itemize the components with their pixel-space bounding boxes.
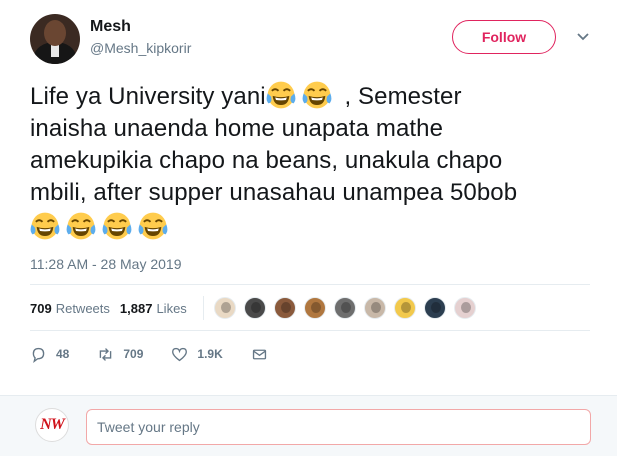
retweets-label: Retweets (55, 300, 110, 316)
viewer-avatar[interactable]: NW (35, 408, 69, 442)
joy-emoji-icon (102, 211, 132, 241)
tweet-line-2: inaisha unaenda home unapata mathe (30, 115, 444, 142)
follow-button[interactable]: Follow (452, 20, 556, 54)
liker-avatar[interactable] (333, 297, 356, 319)
joy-emoji-icon (266, 80, 296, 110)
like-action[interactable]: 1.9K (171, 346, 223, 363)
divider (30, 284, 590, 285)
joy-emoji-icon (302, 80, 332, 110)
joy-emoji-icon (66, 211, 96, 241)
stats-separator (202, 296, 204, 320)
tweet-actions: 48 709 1.9K (30, 344, 305, 364)
likes-count: 1,887 (119, 300, 153, 316)
liker-avatar[interactable] (213, 297, 236, 319)
heart-icon (172, 347, 188, 361)
tweet-text: Life ya University yani , Semester inais… (30, 80, 590, 244)
likes-stat[interactable]: 1,887 Likes (120, 301, 187, 316)
liker-avatar[interactable] (303, 297, 326, 319)
joy-emoji-icon (138, 211, 168, 241)
divider (30, 330, 590, 331)
tweet-line-3: amekupikia chapo na beans, unakula chapo (30, 147, 503, 174)
reply-icon (32, 347, 45, 363)
retweets-count: 709 (30, 300, 52, 316)
liker-avatars (213, 297, 484, 319)
liker-avatar[interactable] (453, 297, 476, 319)
retweet-icon (100, 347, 112, 361)
likes-label: Likes (156, 300, 187, 316)
liker-avatar[interactable] (273, 297, 296, 319)
user-avatar[interactable] (30, 14, 80, 64)
chevron-down-icon[interactable] (576, 30, 590, 44)
joy-emoji-icon (30, 211, 60, 241)
reply-bar: NW Tweet your reply (0, 395, 617, 456)
tweet-line-1a: Life ya University yani (30, 83, 266, 110)
tweet-line-4: mbili, after supper unasahau unampea 50b… (30, 179, 518, 206)
reply-action[interactable]: 48 (30, 346, 69, 363)
tweet-line-1b: , Semester (337, 83, 462, 110)
user-handle[interactable]: @Mesh_kipkorir (90, 40, 191, 56)
reply-input[interactable]: Tweet your reply (86, 409, 591, 445)
liker-avatar[interactable] (243, 297, 266, 319)
retweets-stat[interactable]: 709 Retweets (30, 301, 110, 316)
envelope-icon (252, 349, 266, 359)
retweet-count: 709 (123, 347, 144, 361)
liker-avatar[interactable] (363, 297, 386, 319)
nw-logo-text: NW (40, 416, 65, 433)
liker-avatar[interactable] (423, 297, 446, 319)
message-action[interactable] (251, 346, 277, 363)
engagement-stats: 709 Retweets 1,887 Likes (30, 296, 484, 320)
retweet-action[interactable]: 709 (97, 346, 143, 363)
reply-count: 48 (56, 347, 70, 361)
tweet-timestamp[interactable]: 11:28 AM - 28 May 2019 (30, 256, 182, 272)
user-name[interactable]: Mesh (90, 18, 131, 36)
liker-avatar[interactable] (393, 297, 416, 319)
tweet-header: Mesh @Mesh_kipkorir Follow (30, 12, 600, 64)
like-count: 1.9K (197, 347, 223, 361)
